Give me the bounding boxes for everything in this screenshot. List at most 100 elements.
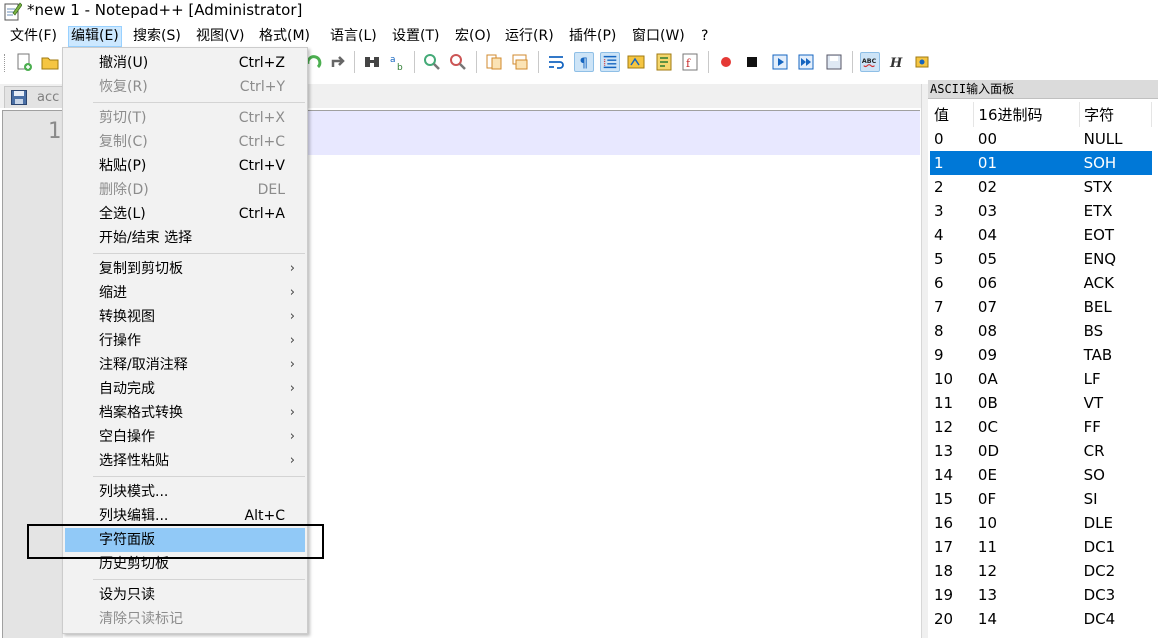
ascii-row[interactable]: 19 13 DC3	[930, 583, 1152, 607]
stop-macro-icon[interactable]	[742, 52, 762, 72]
edit-menu-item[interactable]: 档案格式转换 ›	[65, 401, 305, 425]
ascii-row[interactable]: 14 0E SO	[930, 463, 1152, 487]
ascii-value-cell: 16	[934, 514, 954, 532]
edit-menu-item: 复制(C) Ctrl+C	[65, 130, 305, 154]
redo-icon[interactable]	[328, 52, 348, 72]
sync-vertical-icon[interactable]	[484, 52, 504, 72]
edit-menu-item[interactable]: 注释/取消注释 ›	[65, 353, 305, 377]
title-bar: *new 1 - Notepad++ [Administrator]	[0, 0, 1158, 24]
replace-icon[interactable]: ab	[388, 52, 408, 72]
doc-map-icon[interactable]	[654, 52, 674, 72]
edit-menu-item[interactable]: 全选(L) Ctrl+A	[65, 202, 305, 226]
edit-menu-item[interactable]: 开始/结束 选择	[65, 226, 305, 250]
menu-help[interactable]: ?	[699, 26, 710, 47]
ascii-hex-cell: 02	[977, 178, 997, 196]
toolbar-grip[interactable]	[4, 54, 7, 72]
menu-item-label: 设为只读	[99, 587, 155, 603]
menu-l[interactable]: 语言(L)	[328, 26, 379, 47]
new-file-icon[interactable]	[14, 52, 34, 72]
edit-menu-item[interactable]: 列块模式...	[65, 480, 305, 504]
menu-f[interactable]: 文件(F)	[8, 26, 59, 47]
submenu-arrow-icon: ›	[289, 453, 295, 468]
edit-menu-item: 剪切(T) Ctrl+X	[65, 106, 305, 130]
ascii-row[interactable]: 17 11 DC1	[930, 535, 1152, 559]
compare-plugin-icon[interactable]	[912, 52, 932, 72]
ascii-row[interactable]: 12 0C FF	[930, 415, 1152, 439]
indent-guide-icon[interactable]	[600, 52, 620, 72]
menu-separator	[93, 102, 305, 103]
save-macro-icon[interactable]	[824, 52, 844, 72]
edit-menu-item[interactable]: 复制到剪切板 ›	[65, 257, 305, 281]
menu-o[interactable]: 宏(O)	[453, 26, 493, 47]
find-icon[interactable]	[362, 52, 382, 72]
word-wrap-icon[interactable]	[546, 52, 566, 72]
open-file-icon[interactable]	[40, 52, 60, 72]
ascii-value-cell: 7	[934, 298, 944, 316]
edit-menu-item[interactable]: 选择性粘贴 ›	[65, 449, 305, 473]
svg-text:¶: ¶	[580, 55, 589, 71]
edit-menu-item[interactable]: 自动完成 ›	[65, 377, 305, 401]
ascii-row[interactable]: 2 02 STX	[930, 175, 1152, 199]
column-header-value[interactable]: 值	[930, 102, 975, 127]
ascii-value-cell: 10	[934, 370, 954, 388]
menu-w[interactable]: 窗口(W)	[630, 26, 687, 47]
sync-horizontal-icon[interactable]	[510, 52, 530, 72]
ascii-row[interactable]: 10 0A LF	[930, 367, 1152, 391]
ascii-char-cell: ETX	[1083, 202, 1113, 220]
ascii-char-cell: TAB	[1083, 346, 1113, 364]
ascii-value-cell: 9	[934, 346, 944, 364]
menu-s[interactable]: 搜索(S)	[131, 26, 183, 47]
ascii-row[interactable]: 11 0B VT	[930, 391, 1152, 415]
menu-item-label: 撤消(U)	[99, 55, 149, 71]
show-all-chars-icon[interactable]: ¶	[574, 52, 594, 72]
ascii-row[interactable]: 15 0F SI	[930, 487, 1152, 511]
menu-m[interactable]: 格式(M)	[257, 26, 312, 47]
svg-text:ABC: ABC	[862, 58, 877, 65]
function-list-icon[interactable]: f	[680, 52, 700, 72]
ascii-row[interactable]: 1 01 SOH	[930, 151, 1152, 175]
ascii-char-cell: SO	[1083, 466, 1105, 484]
menu-r[interactable]: 运行(R)	[503, 26, 556, 47]
column-header-hex[interactable]: 16进制码	[973, 102, 1081, 127]
panel-splitter[interactable]	[921, 84, 928, 638]
ascii-row[interactable]: 5 05 ENQ	[930, 247, 1152, 271]
ascii-row[interactable]: 8 08 BS	[930, 319, 1152, 343]
edit-menu-item[interactable]: 粘贴(P) Ctrl+V	[65, 154, 305, 178]
ascii-row[interactable]: 3 03 ETX	[930, 199, 1152, 223]
hex-editor-icon[interactable]: H	[886, 52, 906, 72]
menu-v[interactable]: 视图(V)	[194, 26, 247, 47]
ascii-char-cell: LF	[1083, 370, 1101, 388]
run-macro-multiple-icon[interactable]	[796, 52, 816, 72]
menu-t[interactable]: 设置(T)	[390, 26, 441, 47]
menu-p[interactable]: 插件(P)	[567, 26, 618, 47]
ascii-row[interactable]: 7 07 BEL	[930, 295, 1152, 319]
edit-menu-item[interactable]: 缩进 ›	[65, 281, 305, 305]
ascii-panel-title: ASCII输入面板	[928, 80, 1158, 99]
ascii-row[interactable]: 20 14 DC4	[930, 607, 1152, 631]
record-macro-icon[interactable]	[716, 52, 736, 72]
ascii-char-cell: DC3	[1083, 586, 1116, 604]
ascii-row[interactable]: 4 04 EOT	[930, 223, 1152, 247]
ascii-row[interactable]: 9 09 TAB	[930, 343, 1152, 367]
zoom-in-icon[interactable]	[422, 52, 442, 72]
menu-e[interactable]: 编辑(E)	[68, 26, 122, 47]
column-header-char[interactable]: 字符	[1079, 102, 1152, 127]
ascii-hex-cell: 03	[977, 202, 997, 220]
play-macro-icon[interactable]	[770, 52, 790, 72]
edit-menu-item[interactable]: 撤消(U) Ctrl+Z	[65, 51, 305, 75]
zoom-out-icon[interactable]	[448, 52, 468, 72]
ascii-row[interactable]: 0 00 NULL	[930, 127, 1152, 151]
user-language-icon[interactable]	[626, 52, 646, 72]
ascii-row[interactable]: 18 12 DC2	[930, 559, 1152, 583]
edit-menu-item[interactable]: 空白操作 ›	[65, 425, 305, 449]
ascii-row[interactable]: 6 06 ACK	[930, 271, 1152, 295]
spell-check-icon[interactable]: ABC	[860, 52, 880, 72]
ascii-row[interactable]: 16 10 DLE	[930, 511, 1152, 535]
ascii-value-cell: 14	[934, 466, 954, 484]
edit-menu-item[interactable]: 行操作 ›	[65, 329, 305, 353]
ascii-row[interactable]: 13 0D CR	[930, 439, 1152, 463]
edit-menu-item: 清除只读标记	[65, 607, 305, 631]
edit-menu-item[interactable]: 转换视图 ›	[65, 305, 305, 329]
menu-item-shortcut: Ctrl+C	[238, 134, 285, 150]
edit-menu-item[interactable]: 设为只读	[65, 583, 305, 607]
